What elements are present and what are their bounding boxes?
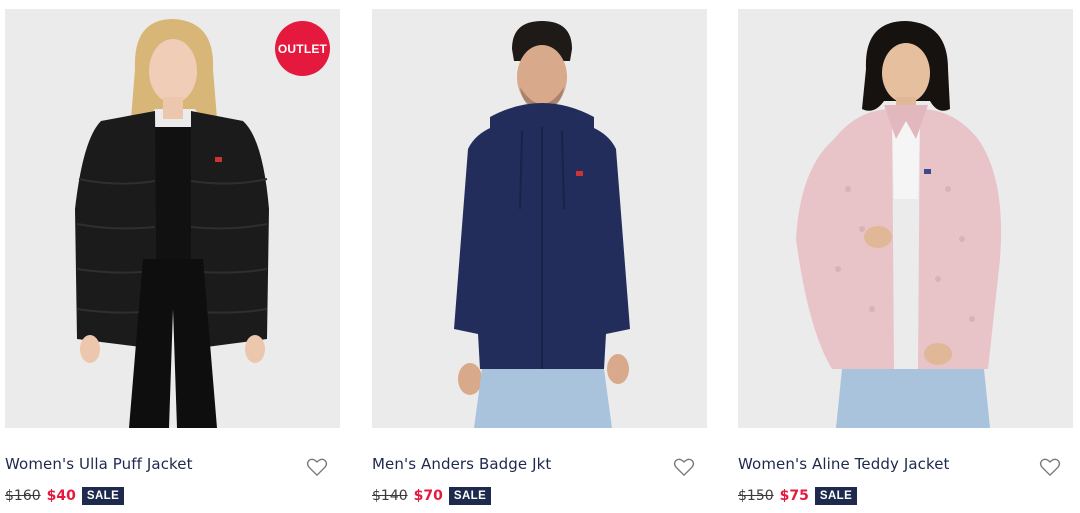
price-row: $150 $75 SALE (738, 485, 858, 507)
original-price: $140 (372, 488, 408, 504)
product-info: Men's Anders Badge Jkt $140 $70 SALE (372, 428, 707, 513)
outlet-badge: OUTLET (275, 21, 330, 76)
product-card[interactable]: OUTLET Women's Ulla Puff Jacket $160 $40… (5, 9, 340, 513)
product-grid: OUTLET Women's Ulla Puff Jacket $160 $40… (0, 0, 1080, 513)
product-info: Women's Aline Teddy Jacket $150 $75 SALE (738, 428, 1073, 513)
product-photo-woman-pink-teddy-jacket (738, 9, 1073, 428)
heart-outline-icon[interactable] (673, 457, 695, 477)
sale-price: $40 (46, 488, 76, 504)
sale-price: $70 (413, 488, 443, 504)
sale-price: $75 (779, 488, 809, 504)
product-image[interactable] (738, 9, 1073, 428)
product-name[interactable]: Men's Anders Badge Jkt (372, 455, 551, 473)
original-price: $160 (5, 488, 41, 504)
product-card[interactable]: Men's Anders Badge Jkt $140 $70 SALE (372, 9, 707, 513)
sale-badge: SALE (448, 487, 492, 505)
original-price: $150 (738, 488, 774, 504)
sale-badge: SALE (814, 487, 858, 505)
product-image[interactable]: OUTLET (5, 9, 340, 428)
sale-badge: SALE (81, 487, 125, 505)
price-row: $160 $40 SALE (5, 485, 125, 507)
product-name[interactable]: Women's Ulla Puff Jacket (5, 455, 193, 473)
product-info: Women's Ulla Puff Jacket $160 $40 SALE (5, 428, 340, 513)
product-photo-man-navy-hoodie (372, 9, 707, 428)
price-row: $140 $70 SALE (372, 485, 492, 507)
product-image[interactable] (372, 9, 707, 428)
heart-outline-icon[interactable] (1039, 457, 1061, 477)
heart-outline-icon[interactable] (306, 457, 328, 477)
product-card[interactable]: Women's Aline Teddy Jacket $150 $75 SALE (738, 9, 1073, 513)
product-name[interactable]: Women's Aline Teddy Jacket (738, 455, 950, 473)
